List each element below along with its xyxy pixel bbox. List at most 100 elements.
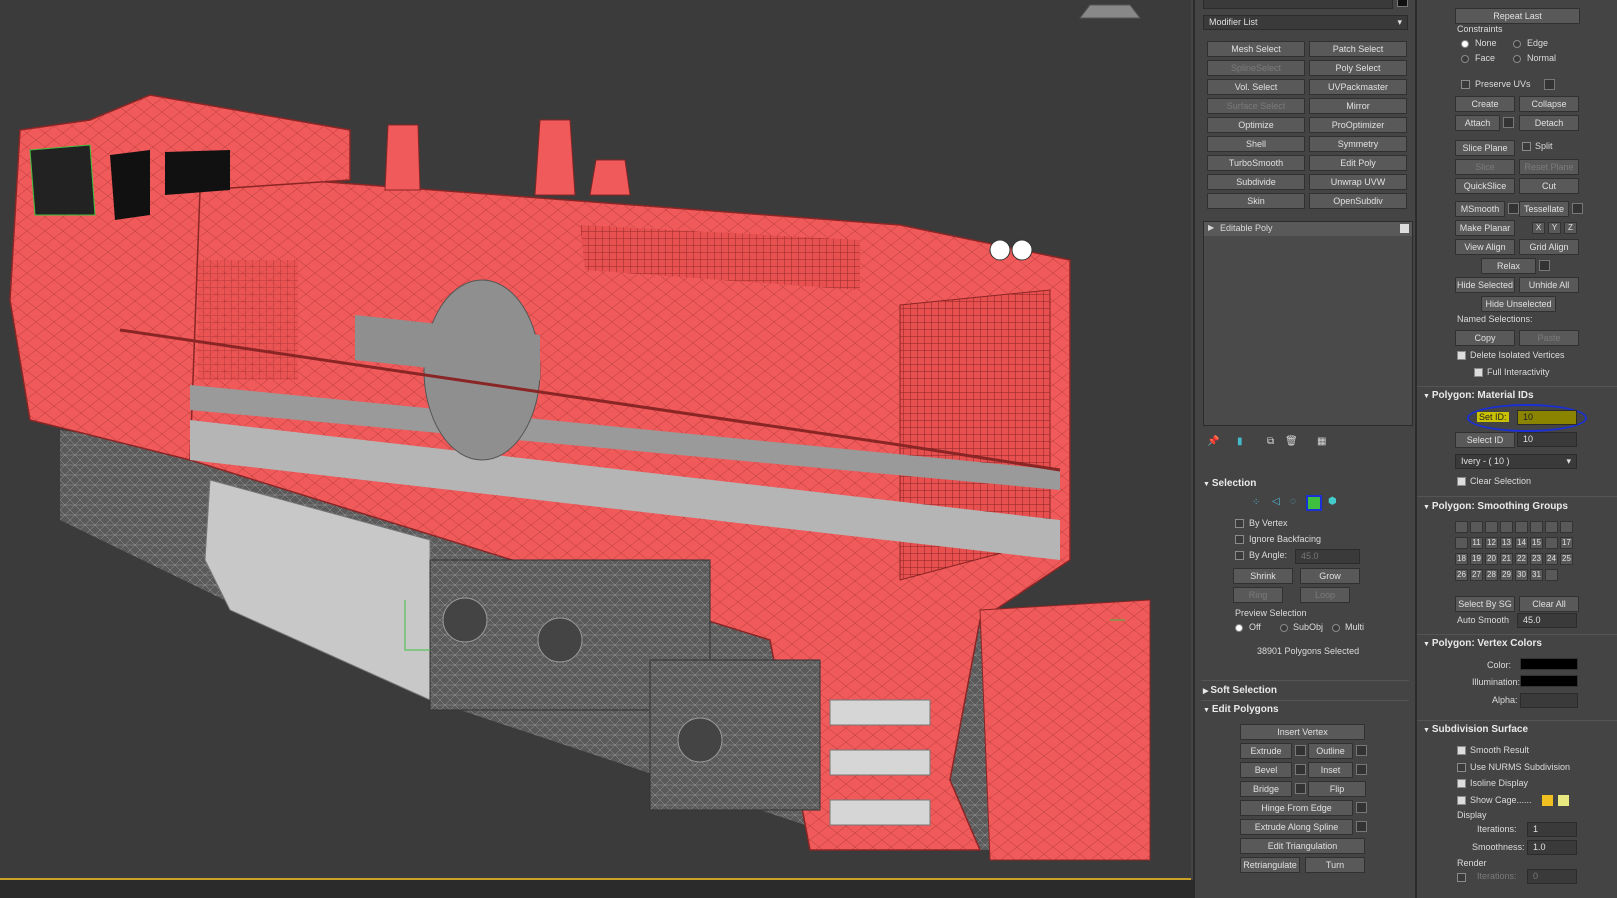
vertex-colors-rollout-header[interactable]: ▼ Polygon: Vertex Colors [1423, 638, 1542, 649]
render-iterations-checkbox[interactable] [1457, 873, 1466, 882]
cut-button[interactable]: Cut [1519, 178, 1579, 194]
stack-item-toggle[interactable] [1400, 224, 1409, 233]
smoothing-group-button[interactable] [1455, 537, 1468, 549]
modifier-button-subdivide[interactable]: Subdivide [1207, 174, 1305, 190]
smoothing-group-button[interactable]: 14 [1515, 537, 1528, 549]
smoothing-group-button[interactable] [1530, 521, 1543, 533]
modifier-list-dropdown[interactable]: Modifier List ▾ [1203, 15, 1408, 30]
smoothing-group-button[interactable] [1545, 569, 1558, 581]
attach-list-icon[interactable] [1503, 117, 1514, 128]
subdivision-surface-rollout-header[interactable]: ▼ Subdivision Surface [1423, 724, 1528, 735]
ignore-backfacing-checkbox[interactable] [1235, 535, 1244, 544]
hide-selected-button[interactable]: Hide Selected [1455, 277, 1515, 293]
smoothing-group-button[interactable]: 31 [1530, 569, 1543, 581]
attach-button[interactable]: Attach [1455, 115, 1500, 131]
smoothing-group-button[interactable]: 28 [1485, 569, 1498, 581]
object-color-swatch[interactable] [1397, 0, 1408, 7]
flip-button[interactable]: Flip [1308, 781, 1366, 797]
extrude-button[interactable]: Extrude [1240, 743, 1292, 759]
element-level-icon[interactable]: ⬢ [1328, 496, 1337, 507]
constraint-none-radio[interactable] [1461, 40, 1469, 48]
preserve-uvs-settings-icon[interactable] [1544, 79, 1555, 90]
planar-z-button[interactable]: Z [1564, 222, 1577, 234]
modifier-button-splineselect[interactable]: SplineSelect [1207, 60, 1305, 76]
soft-selection-rollout-header[interactable]: ▶ Soft Selection [1203, 685, 1277, 696]
smoothing-group-button[interactable]: 17 [1560, 537, 1573, 549]
relax-button[interactable]: Relax [1481, 258, 1536, 274]
cage-color-2-swatch[interactable] [1558, 795, 1569, 806]
relax-settings-icon[interactable] [1539, 260, 1550, 271]
modifier-button-turbosmooth[interactable]: TurboSmooth [1207, 155, 1305, 171]
smoothing-group-button[interactable]: 20 [1485, 553, 1498, 565]
split-checkbox[interactable] [1522, 142, 1531, 151]
smoothing-group-button[interactable] [1545, 537, 1558, 549]
slice-plane-button[interactable]: Slice Plane [1455, 140, 1515, 156]
smoothing-group-button[interactable]: 26 [1455, 569, 1468, 581]
by-vertex-checkbox[interactable] [1235, 519, 1244, 528]
clear-selection-checkbox[interactable] [1457, 477, 1466, 486]
constraint-normal-radio[interactable] [1513, 55, 1521, 63]
bridge-settings-icon[interactable] [1295, 783, 1306, 794]
preview-off-radio[interactable] [1235, 624, 1243, 632]
tessellate-button[interactable]: Tessellate [1519, 201, 1569, 217]
extrude-settings-icon[interactable] [1295, 745, 1306, 756]
select-id-spinner[interactable]: 10 [1517, 432, 1577, 447]
unhide-all-button[interactable]: Unhide All [1519, 277, 1579, 293]
stack-item-editable-poly[interactable]: ▶ Editable Poly [1204, 222, 1412, 236]
smoothing-group-button[interactable]: 13 [1500, 537, 1513, 549]
smoothing-group-button[interactable]: 23 [1530, 553, 1543, 565]
collapse-button[interactable]: Collapse [1519, 96, 1579, 112]
edit-triangulation-button[interactable]: Edit Triangulation [1240, 838, 1365, 854]
extrude-along-spline-settings-icon[interactable] [1356, 821, 1367, 832]
retriangulate-button[interactable]: Retriangulate [1240, 857, 1300, 873]
modifier-button-surface-select[interactable]: Surface Select [1207, 98, 1305, 114]
delete-isolated-checkbox[interactable] [1457, 351, 1466, 360]
by-angle-spinner[interactable]: 45.0 [1295, 549, 1360, 564]
quickslice-button[interactable]: QuickSlice [1455, 178, 1515, 194]
modifier-button-patch-select[interactable]: Patch Select [1309, 41, 1407, 57]
smoothing-group-button[interactable]: 29 [1500, 569, 1513, 581]
smoothing-group-button[interactable] [1470, 521, 1483, 533]
modifier-button-mesh-select[interactable]: Mesh Select [1207, 41, 1305, 57]
render-iterations-spinner[interactable]: 0 [1527, 869, 1577, 884]
grid-align-button[interactable]: Grid Align [1519, 239, 1579, 255]
view-align-button[interactable]: View Align [1455, 239, 1515, 255]
preview-multi-radio[interactable] [1332, 624, 1340, 632]
tessellate-settings-icon[interactable] [1572, 203, 1583, 214]
smoothing-group-button[interactable]: 30 [1515, 569, 1528, 581]
smoothing-groups-rollout-header[interactable]: ▼ Polygon: Smoothing Groups [1423, 501, 1568, 512]
modifier-button-vol-select[interactable]: Vol. Select [1207, 79, 1305, 95]
ring-button[interactable]: Ring [1233, 587, 1283, 603]
material-ids-rollout-header[interactable]: ▼ Polygon: Material IDs [1423, 390, 1534, 401]
modifier-button-unwrap-uvw[interactable]: Unwrap UVW [1309, 174, 1407, 190]
modifier-button-optimize[interactable]: Optimize [1207, 117, 1305, 133]
preview-subobj-radio[interactable] [1280, 624, 1288, 632]
set-id-spinner[interactable]: 10 [1517, 410, 1577, 425]
iterations-spinner[interactable]: 1 [1527, 822, 1577, 837]
bevel-button[interactable]: Bevel [1240, 762, 1292, 778]
material-name-dropdown[interactable]: Ivery - ( 10 ) ▾ [1455, 454, 1577, 469]
smoothness-spinner[interactable]: 1.0 [1527, 840, 1577, 855]
copy-button[interactable]: Copy [1455, 330, 1515, 346]
bevel-settings-icon[interactable] [1295, 764, 1306, 775]
paste-button[interactable]: Paste [1519, 330, 1579, 346]
modifier-stack-list[interactable]: ▶ Editable Poly [1203, 221, 1413, 426]
msmooth-settings-icon[interactable] [1508, 203, 1519, 214]
smoothing-group-button[interactable]: 27 [1470, 569, 1483, 581]
selection-rollout-header[interactable]: ▼ Selection [1203, 478, 1256, 489]
outline-settings-icon[interactable] [1356, 745, 1367, 756]
clear-all-button[interactable]: Clear All [1519, 596, 1579, 612]
smoothing-group-button[interactable] [1455, 521, 1468, 533]
select-by-sg-button[interactable]: Select By SG [1455, 596, 1515, 612]
planar-y-button[interactable]: Y [1548, 222, 1561, 234]
repeat-last-button[interactable]: Repeat Last [1455, 8, 1580, 24]
make-planar-button[interactable]: Make Planar [1455, 220, 1515, 236]
msmooth-button[interactable]: MSmooth [1455, 201, 1505, 217]
select-id-button[interactable]: Select ID [1455, 432, 1515, 448]
configure-modifier-sets-icon[interactable]: ▦ [1317, 436, 1326, 447]
vertex-level-icon[interactable]: ⁘ [1252, 497, 1260, 508]
reset-plane-button[interactable]: Reset Plane [1519, 159, 1579, 175]
smoothing-group-button[interactable] [1485, 521, 1498, 533]
insert-vertex-button[interactable]: Insert Vertex [1240, 724, 1365, 740]
smoothing-group-button[interactable] [1545, 521, 1558, 533]
